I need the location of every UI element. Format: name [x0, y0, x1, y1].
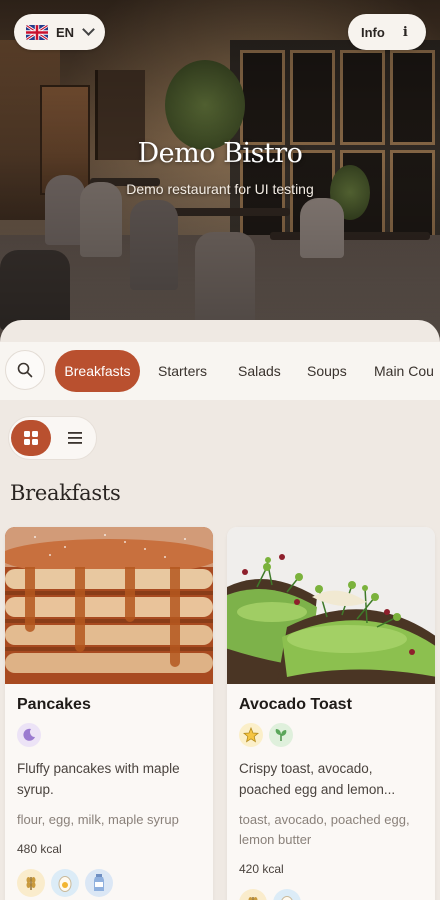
leaf-icon: [269, 723, 293, 747]
info-button[interactable]: Info i: [348, 14, 426, 50]
egg-icon: [273, 889, 301, 900]
chevron-down-icon: [82, 23, 95, 36]
tab-breakfasts[interactable]: Breakfasts: [55, 350, 140, 392]
restaurant-tagline: Demo restaurant for UI testing: [126, 181, 314, 197]
search-button[interactable]: [5, 350, 45, 390]
tab-salads[interactable]: Salads: [238, 350, 281, 392]
wheat-icon: [239, 889, 267, 900]
dish-ingredients: flour, egg, milk, maple syrup: [17, 812, 179, 827]
star-icon: [239, 723, 263, 747]
restaurant-name: Demo Bistro: [137, 138, 303, 169]
language-code: EN: [56, 24, 75, 40]
pancakes-photo: [5, 527, 213, 684]
avocado-toast-photo: [227, 527, 435, 684]
uk-flag-icon: [26, 24, 48, 40]
dish-kcal: 420 kcal: [239, 862, 284, 876]
view-toggle: [8, 416, 97, 460]
hero-banner: [0, 0, 440, 345]
dish-kcal: 480 kcal: [17, 842, 62, 856]
tab-starters[interactable]: Starters: [158, 350, 207, 392]
list-view-button[interactable]: [57, 420, 93, 456]
info-icon: i: [402, 24, 408, 40]
dish-card-pancakes[interactable]: Pancakes Fluffy pancakes with maple syru…: [5, 527, 213, 900]
grid-view-button[interactable]: [11, 420, 51, 456]
info-label: Info: [361, 24, 385, 40]
dish-ingredients: toast, avocado, poached egg, lemon butte…: [239, 812, 410, 847]
tab-soups[interactable]: Soups: [307, 350, 347, 392]
dish-name: Avocado Toast: [239, 696, 352, 713]
dish-card-avocado-toast[interactable]: Avocado Toast Crispy toast, avocado, poa…: [227, 527, 435, 900]
list-icon: [68, 432, 82, 444]
section-title: Breakfasts: [10, 481, 121, 505]
moon-icon: [17, 723, 41, 747]
dish-description: Fluffy pancakes with maple syrup.: [17, 761, 180, 797]
wheat-icon: [17, 869, 45, 897]
language-selector[interactable]: EN: [14, 14, 105, 50]
tab-main-courses[interactable]: Main Cou: [374, 350, 434, 392]
grid-icon: [24, 431, 38, 445]
dish-name: Pancakes: [17, 696, 91, 713]
dish-description: Crispy toast, avocado, poached egg and l…: [239, 761, 396, 797]
milk-icon: [85, 869, 113, 897]
search-icon: [17, 362, 33, 378]
egg-icon: [51, 869, 79, 897]
